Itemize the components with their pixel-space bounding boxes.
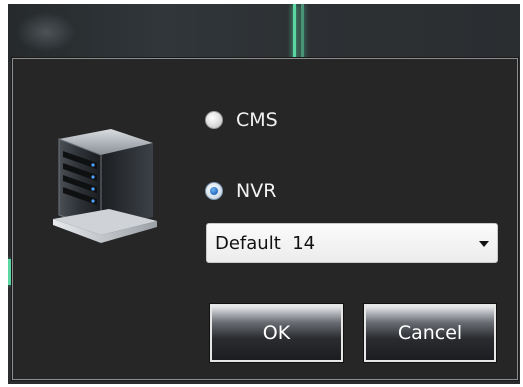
background-accent-line (293, 4, 296, 62)
radio-cms-label: CMS (236, 109, 278, 131)
radio-nvr-button[interactable] (205, 182, 223, 200)
background-header (8, 4, 520, 62)
radio-nvr-label: NVR (236, 180, 277, 202)
radio-cms[interactable]: CMS (205, 109, 278, 131)
cancel-button[interactable]: Cancel (363, 303, 497, 363)
device-select[interactable]: Default 14 (206, 223, 498, 263)
radio-cms-button[interactable] (205, 111, 223, 129)
radio-nvr[interactable]: NVR (205, 180, 276, 202)
chevron-down-icon[interactable] (479, 241, 489, 247)
server-tower-icon (53, 129, 157, 243)
background-accent-line-2 (301, 4, 304, 62)
background-glow (16, 12, 76, 52)
background-edge-mark (8, 259, 11, 285)
ok-button[interactable]: OK (209, 303, 344, 363)
server-type-dialog: CMS NVR Default 14 OK Cancel (12, 58, 518, 380)
device-select-value: Default 14 (215, 232, 316, 254)
